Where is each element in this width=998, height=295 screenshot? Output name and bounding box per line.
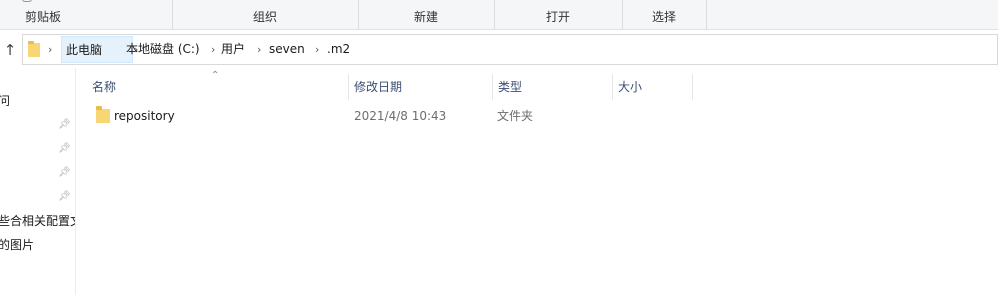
navigation-pane: 问 📌︎ 📌︎ 📌︎ 📌︎ 些合相关配置文 的图片 (0, 68, 76, 295)
address-bar[interactable]: › 此电脑 › 本地磁盘 (C:) › 用户 › seven › .m2 (22, 34, 998, 65)
breadcrumb-seven[interactable]: seven (269, 36, 305, 63)
chevron-right-icon[interactable]: › (315, 36, 319, 63)
chevron-right-icon[interactable]: › (48, 36, 52, 63)
ribbon-group-open[interactable]: 打开 (494, 0, 622, 30)
nav-item[interactable]: 问 (0, 92, 10, 109)
column-header-size[interactable]: 大小 (612, 74, 692, 100)
column-header-name[interactable]: 名称 (86, 74, 348, 100)
pin-icon[interactable]: 📌︎ (58, 120, 71, 130)
address-row: ↑ › 此电脑 › 本地磁盘 (C:) › 用户 › seven › .m2 (0, 31, 998, 68)
folder-icon (96, 106, 110, 123)
chevron-right-icon[interactable]: › (211, 36, 215, 63)
ribbon-group-organize[interactable]: 组织 (172, 0, 358, 30)
file-name[interactable]: repository (114, 104, 175, 129)
chevron-right-icon[interactable]: › (257, 36, 261, 63)
folder-icon (28, 41, 40, 57)
file-type: 文件夹 (497, 109, 534, 123)
column-divider[interactable] (692, 74, 693, 100)
file-row[interactable]: repository 2021/4/8 10:43 文件夹 (88, 104, 692, 129)
breadcrumb-this-pc[interactable]: 此电脑 (61, 36, 133, 63)
ribbon-group-clipboard[interactable]: 剪贴板 (0, 0, 86, 30)
ribbon-group-select[interactable]: 选择 (622, 0, 706, 30)
breadcrumb-users[interactable]: 用户 (221, 36, 245, 63)
breadcrumb-local-disk[interactable]: 本地磁盘 (C:) (126, 36, 200, 63)
nav-item[interactable]: 些合相关配置文 (0, 212, 75, 229)
nav-item[interactable]: 的图片 (0, 236, 34, 253)
pin-icon[interactable]: 📌︎ (58, 168, 71, 178)
column-header-date[interactable]: 修改日期 (348, 74, 492, 100)
column-header-type[interactable]: 类型 (492, 74, 612, 100)
ribbon: 剪贴板 组织 新建 打开 选择 (0, 0, 998, 30)
ribbon-group-new[interactable]: 新建 (358, 0, 494, 30)
file-date: 2021/4/8 10:43 (354, 109, 447, 123)
ribbon-divider (706, 0, 707, 30)
pin-icon[interactable]: 📌︎ (58, 144, 71, 154)
pin-icon[interactable]: 📌︎ (58, 192, 71, 202)
arrow-up-icon[interactable]: ↑ (2, 41, 18, 59)
breadcrumb-m2[interactable]: .m2 (327, 36, 350, 63)
